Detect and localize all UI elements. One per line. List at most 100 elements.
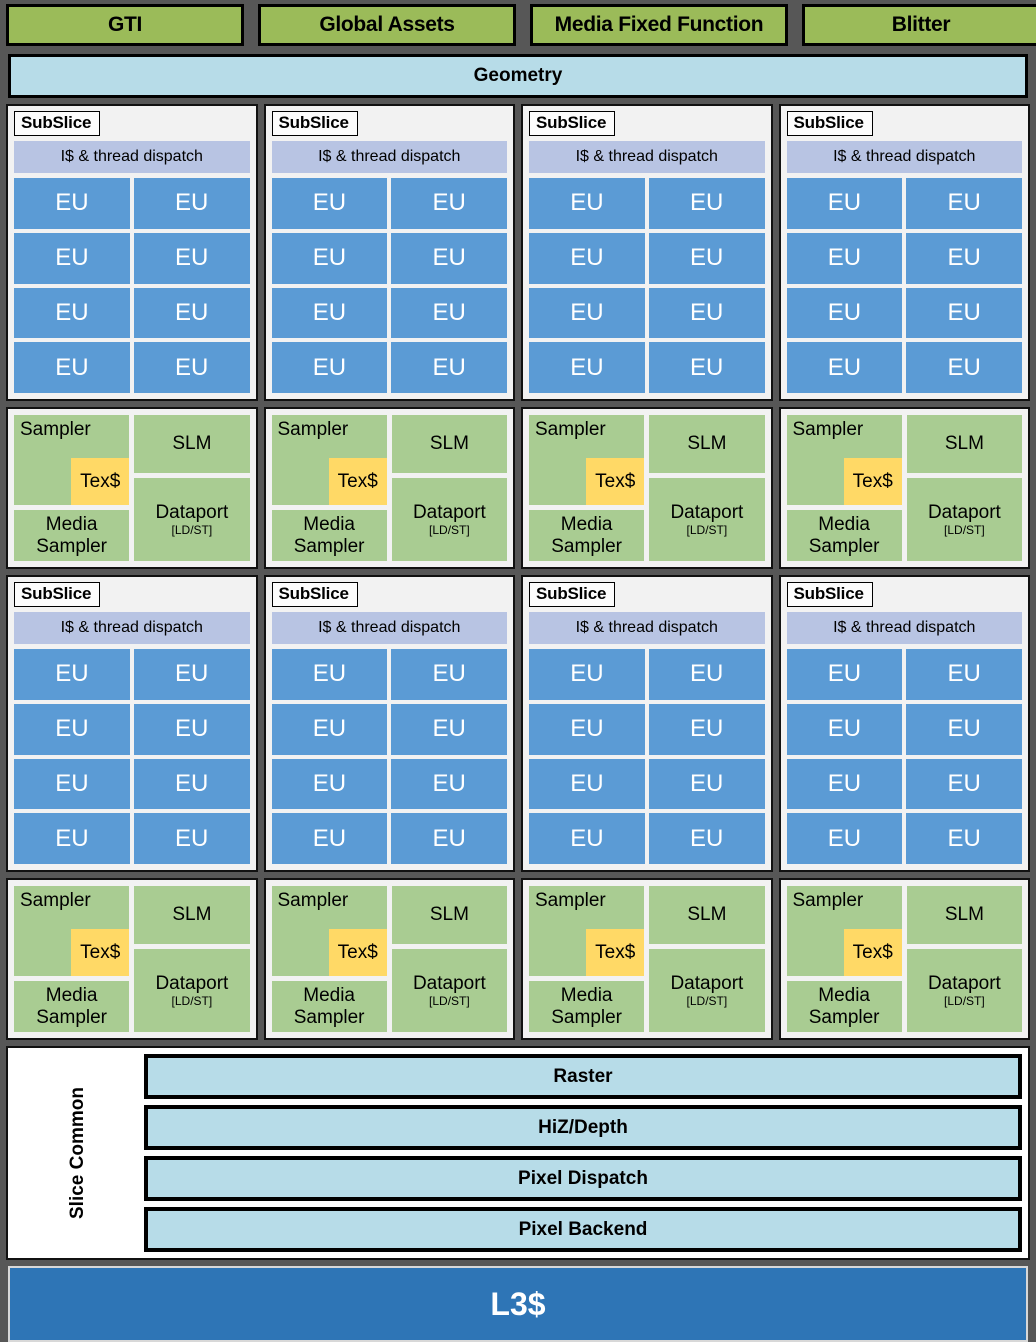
block-sampler[interactable]: Sampler Tex$ xyxy=(271,415,387,505)
block-eu[interactable]: EU xyxy=(648,342,765,393)
block-eu[interactable]: EU xyxy=(391,232,507,284)
block-sampler[interactable]: Sampler Tex$ xyxy=(271,886,387,976)
block-eu[interactable]: EU xyxy=(648,649,765,700)
block-eu[interactable]: EU xyxy=(391,287,507,339)
block-dataport[interactable]: Dataport [LD/ST] xyxy=(649,478,765,561)
block-eu[interactable]: EU xyxy=(786,232,903,284)
block-media-sampler[interactable]: Media Sampler xyxy=(786,510,902,561)
block-eu[interactable]: EU xyxy=(14,649,130,700)
block-eu[interactable]: EU xyxy=(391,178,507,229)
block-eu[interactable]: EU xyxy=(14,178,130,229)
block-sampler[interactable]: Sampler Tex$ xyxy=(786,415,902,505)
block-media-sampler[interactable]: Media Sampler xyxy=(271,981,387,1032)
block-eu[interactable]: EU xyxy=(906,178,1022,229)
block-eu[interactable]: EU xyxy=(14,813,130,864)
block-pixel-dispatch[interactable]: Pixel Dispatch xyxy=(143,1156,1022,1201)
block-geometry[interactable]: Geometry xyxy=(8,54,1028,98)
block-media-sampler[interactable]: Media Sampler xyxy=(529,510,645,561)
block-dataport[interactable]: Dataport [LD/ST] xyxy=(906,478,1022,561)
block-eu[interactable]: EU xyxy=(906,649,1022,700)
block-eu[interactable]: EU xyxy=(271,342,388,393)
block-slm[interactable]: SLM xyxy=(134,886,250,944)
block-eu[interactable]: EU xyxy=(648,232,765,284)
block-eu[interactable]: EU xyxy=(529,649,645,700)
block-eu[interactable]: EU xyxy=(906,813,1022,864)
block-eu[interactable]: EU xyxy=(648,813,765,864)
block-eu[interactable]: EU xyxy=(786,178,903,229)
block-eu[interactable]: EU xyxy=(14,703,130,755)
block-media-sampler[interactable]: Media Sampler xyxy=(786,981,902,1032)
block-eu[interactable]: EU xyxy=(529,287,645,339)
block-dataport[interactable]: Dataport [LD/ST] xyxy=(649,949,765,1032)
block-eu[interactable]: EU xyxy=(906,287,1022,339)
block-eu[interactable]: EU xyxy=(906,703,1022,755)
block-eu[interactable]: EU xyxy=(133,649,250,700)
block-eu[interactable]: EU xyxy=(391,813,507,864)
block-thread-dispatch[interactable]: I$ & thread dispatch xyxy=(271,612,507,644)
block-eu[interactable]: EU xyxy=(648,703,765,755)
block-media-sampler[interactable]: Media Sampler xyxy=(271,510,387,561)
block-sampler[interactable]: Sampler Tex$ xyxy=(14,415,130,505)
block-eu[interactable]: EU xyxy=(529,178,645,229)
block-eu[interactable]: EU xyxy=(648,178,765,229)
block-eu[interactable]: EU xyxy=(786,649,903,700)
block-eu[interactable]: EU xyxy=(391,342,507,393)
block-eu[interactable]: EU xyxy=(271,813,388,864)
block-thread-dispatch[interactable]: I$ & thread dispatch xyxy=(786,612,1022,644)
block-raster[interactable]: Raster xyxy=(143,1054,1022,1099)
block-slm[interactable]: SLM xyxy=(391,886,507,944)
block-eu[interactable]: EU xyxy=(529,232,645,284)
block-eu[interactable]: EU xyxy=(529,813,645,864)
block-media-sampler[interactable]: Media Sampler xyxy=(14,981,130,1032)
block-dataport[interactable]: Dataport [LD/ST] xyxy=(391,949,507,1032)
block-texture-cache[interactable]: Tex$ xyxy=(586,929,645,976)
block-dataport[interactable]: Dataport [LD/ST] xyxy=(134,949,250,1032)
block-slm[interactable]: SLM xyxy=(134,415,250,473)
block-dataport[interactable]: Dataport [LD/ST] xyxy=(391,478,507,561)
block-eu[interactable]: EU xyxy=(648,287,765,339)
block-dataport[interactable]: Dataport [LD/ST] xyxy=(906,949,1022,1032)
block-thread-dispatch[interactable]: I$ & thread dispatch xyxy=(529,612,765,644)
block-slm[interactable]: SLM xyxy=(649,415,765,473)
block-eu[interactable]: EU xyxy=(391,703,507,755)
block-eu[interactable]: EU xyxy=(648,758,765,810)
block-eu[interactable]: EU xyxy=(271,178,388,229)
block-eu[interactable]: EU xyxy=(786,758,903,810)
block-sampler[interactable]: Sampler Tex$ xyxy=(529,415,645,505)
block-eu[interactable]: EU xyxy=(271,703,388,755)
block-eu[interactable]: EU xyxy=(786,703,903,755)
block-texture-cache[interactable]: Tex$ xyxy=(586,458,645,505)
block-eu[interactable]: EU xyxy=(14,342,130,393)
block-eu[interactable]: EU xyxy=(133,813,250,864)
block-texture-cache[interactable]: Tex$ xyxy=(843,929,902,976)
block-slm[interactable]: SLM xyxy=(906,415,1022,473)
block-eu[interactable]: EU xyxy=(906,758,1022,810)
block-eu[interactable]: EU xyxy=(906,232,1022,284)
block-eu[interactable]: EU xyxy=(391,649,507,700)
block-global-assets[interactable]: Global Assets xyxy=(258,4,516,46)
block-texture-cache[interactable]: Tex$ xyxy=(328,458,387,505)
block-eu[interactable]: EU xyxy=(14,758,130,810)
block-sampler[interactable]: Sampler Tex$ xyxy=(786,886,902,976)
block-sampler[interactable]: Sampler Tex$ xyxy=(529,886,645,976)
block-eu[interactable]: EU xyxy=(391,758,507,810)
block-texture-cache[interactable]: Tex$ xyxy=(843,458,902,505)
block-texture-cache[interactable]: Tex$ xyxy=(71,929,130,976)
block-thread-dispatch[interactable]: I$ & thread dispatch xyxy=(14,141,250,173)
block-eu[interactable]: EU xyxy=(271,232,388,284)
block-pixel-backend[interactable]: Pixel Backend xyxy=(143,1207,1022,1252)
block-eu[interactable]: EU xyxy=(133,178,250,229)
block-slm[interactable]: SLM xyxy=(649,886,765,944)
block-eu[interactable]: EU xyxy=(14,287,130,339)
block-slm[interactable]: SLM xyxy=(391,415,507,473)
block-l3-cache[interactable]: L3$ xyxy=(8,1266,1028,1342)
block-thread-dispatch[interactable]: I$ & thread dispatch xyxy=(271,141,507,173)
block-eu[interactable]: EU xyxy=(786,813,903,864)
block-eu[interactable]: EU xyxy=(271,287,388,339)
block-thread-dispatch[interactable]: I$ & thread dispatch xyxy=(529,141,765,173)
block-sampler[interactable]: Sampler Tex$ xyxy=(14,886,130,976)
block-dataport[interactable]: Dataport [LD/ST] xyxy=(134,478,250,561)
block-eu[interactable]: EU xyxy=(271,649,388,700)
block-texture-cache[interactable]: Tex$ xyxy=(71,458,130,505)
block-eu[interactable]: EU xyxy=(786,342,903,393)
